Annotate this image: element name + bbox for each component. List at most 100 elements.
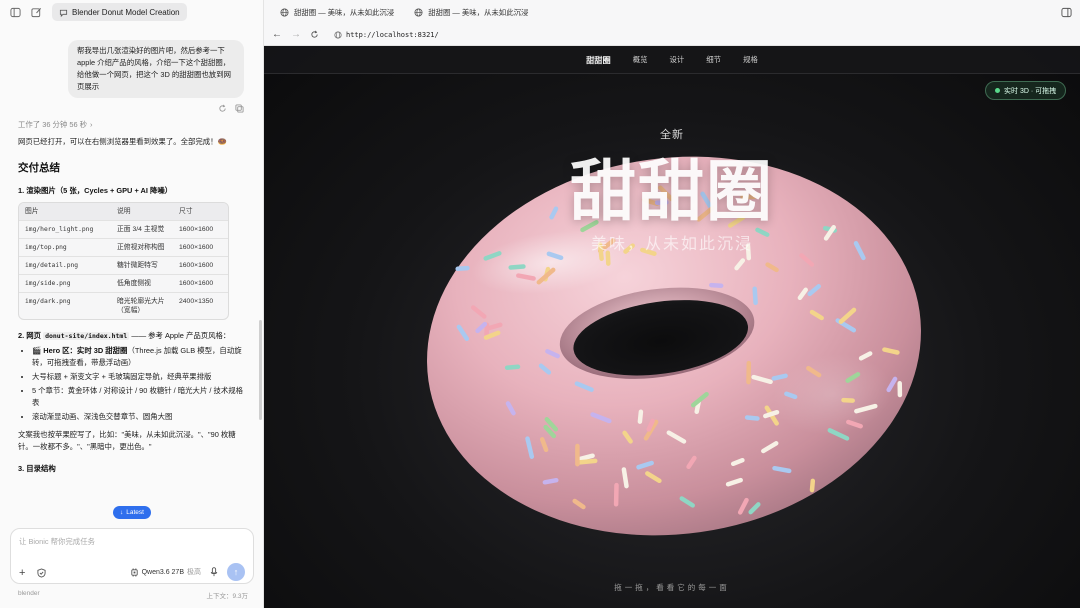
sprinkle [744, 415, 760, 421]
table-cell: 正俯视对称构图 [117, 244, 165, 251]
panel-toggle-icon[interactable] [1061, 7, 1072, 18]
browser-tab[interactable]: 甜甜圈 — 美味，从未如此沉浸 [272, 2, 402, 22]
table-cell: 正面 3/4 主视觉 [117, 226, 165, 233]
table-cell: 1600×1600 [179, 262, 214, 269]
sprinkle [771, 373, 788, 381]
jump-to-latest-button[interactable]: ↓ Latest [113, 506, 151, 519]
list-item-bold: 🎬 Hero 区：实时 3D 甜甜圈 [32, 346, 128, 355]
sprinkle [621, 467, 629, 489]
model-selector[interactable]: Qwen3.6 27B 极高 [130, 567, 201, 577]
workspace-label: blender [18, 590, 40, 597]
chat-scrollbar[interactable] [259, 320, 262, 420]
sprinkle [542, 477, 559, 485]
sprinkle [882, 347, 900, 355]
table-row: img/dark.png 暗光轮廓光大片（宽幅） 2400×1350 [19, 292, 228, 319]
sprinkle [841, 397, 855, 403]
list-item: 滚动渐显动画、深浅色交替章节、圆角大图 [32, 411, 244, 423]
globe-icon [280, 7, 289, 17]
list-item: 5 个章节：黄金环体 / 对称设计 / 90 枚糖针 / 暗光大片 / 技术规格… [32, 385, 244, 409]
table-cell: 糖针微距特写 [117, 262, 158, 269]
table-cell: 暗光轮廓光大片（宽幅） [117, 298, 165, 314]
message-composer: 让 Bionic 帮你完成任务 + Qwen3.6 27B 极高 ↑ [10, 528, 254, 584]
arrow-up-icon: ↑ [233, 567, 239, 577]
list-item-text: 大号标题 + 渐变文字 + 毛玻璃固定导航，经典苹果排版 [32, 372, 212, 381]
summary-heading: 交付总结 [18, 162, 60, 174]
table-header-cell: 尺寸 [179, 208, 193, 215]
sprinkle [605, 250, 611, 266]
sprinkle [455, 265, 470, 272]
retry-icon[interactable] [218, 104, 227, 113]
model-name: Qwen3.6 27B [141, 568, 184, 576]
browser-tab-title: 甜甜圈 — 美味，从未如此沉浸 [428, 7, 529, 17]
chat-title-text: Blender Donut Model Creation [72, 7, 180, 17]
live-badge-text: 实时 3D · 可拖拽 [1004, 87, 1057, 95]
send-button[interactable]: ↑ [227, 563, 245, 581]
table-row: img/detail.png 糖针微距特写 1600×1600 [19, 256, 228, 274]
reload-icon[interactable] [310, 30, 319, 39]
globe-icon [334, 30, 342, 39]
model-level: 极高 [187, 569, 201, 576]
section2-code: donut-site/index.html [43, 332, 130, 340]
list-item-text: 5 个章节：黄金环体 / 对称设计 / 90 枚糖针 / 暗光大片 / 技术规格… [32, 386, 244, 407]
microphone-icon[interactable] [210, 567, 218, 577]
context-usage: 上下文：9.3万 [206, 593, 248, 600]
features-list: 🎬 Hero 区：实时 3D 甜甜圈（Three.js 加载 GLB 模型，自动… [18, 345, 244, 423]
url-text: http://localhost:8321/ [346, 30, 439, 39]
forward-arrow-icon[interactable]: → [291, 29, 301, 40]
worked-duration[interactable]: 工作了 36 分钟 56 秒 › [18, 119, 244, 130]
images-table: 图片 说明 尺寸 img/hero_light.png 正面 3/4 主视觉 1… [18, 202, 229, 320]
sprinkle [504, 364, 521, 370]
worked-duration-text: 工作了 36 分钟 56 秒 [18, 120, 87, 129]
chip-icon [130, 567, 139, 577]
composer-actions: Qwen3.6 27B 极高 ↑ [130, 563, 245, 581]
new-chat-icon[interactable] [31, 7, 42, 18]
table-header-cell: 图片 [25, 208, 39, 215]
browser-tabbar: 甜甜圈 — 美味，从未如此沉浸 甜甜圈 — 美味，从未如此沉浸 [264, 0, 1080, 24]
shield-icon[interactable] [37, 568, 46, 578]
plus-icon[interactable]: + [19, 567, 25, 579]
list-item: 🎬 Hero 区：实时 3D 甜甜圈（Three.js 加载 GLB 模型，自动… [32, 345, 244, 369]
live-3d-badge: 实时 3D · 可拖拽 [985, 81, 1067, 100]
user-message-bubble: 帮我导出几张渲染好的图片吧，然后参考一下 apple 介绍产品的风格，介绍一下这… [68, 40, 244, 98]
sprinkle [709, 282, 724, 288]
copy-icon[interactable] [235, 104, 244, 113]
section2-title: 2. 网页 donut-site/index.html —— 参考 Apple … [18, 330, 244, 341]
browser-tab-title: 甜甜圈 — 美味，从未如此沉浸 [294, 7, 395, 17]
table-cell: img/dark.png [25, 298, 71, 305]
table-cell: 2400×1350 [179, 298, 214, 305]
chat-panel: Blender Donut Model Creation 帮我导出几张渲染好的图… [0, 0, 264, 608]
sprinkle [508, 264, 526, 270]
back-arrow-icon[interactable]: ← [272, 29, 282, 40]
table-cell: 1600×1600 [179, 280, 214, 287]
live-dot-icon [995, 88, 1000, 93]
list-item-text: 滚动渐显动画、深浅色交替章节、圆角大图 [32, 412, 173, 421]
browser-window: 甜甜圈 — 美味，从未如此沉浸 甜甜圈 — 美味，从未如此沉浸 ← → http… [264, 0, 1080, 608]
table-row: img/top.png 正俯视对称构图 1600×1600 [19, 238, 228, 256]
chat-toolbar: Blender Donut Model Creation [0, 0, 263, 24]
arrow-down-icon: ↓ [120, 509, 124, 516]
chat-title-chip[interactable]: Blender Donut Model Creation [52, 3, 187, 21]
app-window: Blender Donut Model Creation 帮我导出几张渲染好的图… [0, 0, 1080, 608]
web-page-viewport[interactable]: 甜甜圈 概览 设计 细节 规格 实时 3D · 可拖拽 全新 甜甜圈 美味，从未… [264, 46, 1080, 608]
table-cell: img/side.png [25, 280, 71, 287]
sprinkle [772, 465, 792, 474]
table-header-cell: 说明 [117, 208, 131, 215]
composer-input[interactable]: 让 Bionic 帮你完成任务 [19, 536, 95, 547]
chat-messages[interactable]: 帮我导出几张渲染好的图片吧，然后参考一下 apple 介绍产品的风格，介绍一下这… [0, 28, 262, 528]
sprinkle [575, 458, 598, 465]
table-row: img/side.png 低角度侧视 1600×1600 [19, 274, 228, 292]
sidebar-toggle-icon[interactable] [10, 7, 21, 18]
address-bar[interactable]: http://localhost:8321/ [328, 27, 1072, 42]
copy-note: 文案我也按苹果腔写了，比如："美味，从未如此沉浸。"、"90 枚糖针。一枚都不多… [18, 430, 236, 451]
globe-icon [414, 7, 423, 17]
section2-prefix: 2. 网页 [18, 331, 41, 340]
list-item: 大号标题 + 渐变文字 + 毛玻璃固定导航，经典苹果排版 [32, 371, 244, 383]
table-cell: img/hero_light.png [25, 226, 94, 233]
table-cell: img/top.png [25, 244, 67, 251]
browser-tab[interactable]: 甜甜圈 — 美味，从未如此沉浸 [406, 2, 536, 22]
table-header-row: 图片 说明 尺寸 [19, 203, 228, 220]
table-row: img/hero_light.png 正面 3/4 主视觉 1600×1600 [19, 220, 228, 238]
message-actions [18, 104, 244, 113]
sprinkle [516, 273, 536, 281]
section1-title: 1. 渲染图片（5 张，Cycles + GPU + AI 降噪） [18, 186, 173, 195]
